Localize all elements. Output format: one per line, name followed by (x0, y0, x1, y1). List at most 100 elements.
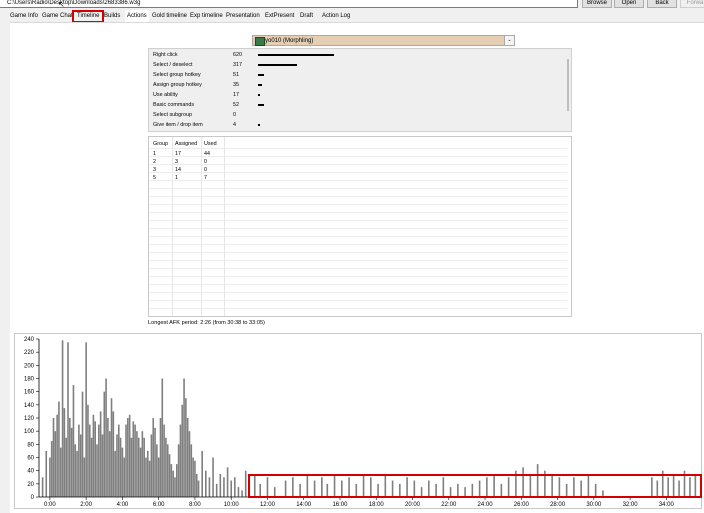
tab-exp-timeline[interactable]: Exp timeline (190, 10, 223, 22)
chart-bar (529, 473, 532, 497)
x-tick-label: 20:00 (405, 502, 421, 508)
action-name: Give item / drop item (153, 122, 203, 128)
chart-bar (188, 431, 191, 497)
chart-bar (522, 467, 524, 497)
chart-bar (54, 431, 57, 497)
chart-bar (154, 427, 156, 497)
chart-bar (370, 477, 372, 497)
browse-button[interactable]: Browse (582, 0, 612, 8)
list-item: Select subgroup 0 (149, 110, 549, 120)
y-tick-label: 40 (27, 469, 34, 475)
chart-bar (661, 470, 664, 497)
x-tick-label: 8:00 (189, 502, 201, 508)
action-name: Use ability (153, 92, 178, 98)
tab-gold-timeline[interactable]: Gold timeline (152, 10, 187, 22)
row-divider (149, 252, 567, 253)
chart-bar (486, 477, 488, 497)
tab-draft[interactable]: Draft (300, 10, 313, 22)
chart-bar (667, 477, 669, 497)
chart-bar (536, 464, 539, 497)
chart-bar (435, 483, 437, 497)
chart-bar (69, 418, 71, 497)
x-tick-label: 0:00 (44, 502, 56, 508)
row-divider (149, 148, 567, 149)
tab-extpresent[interactable]: ExtPresent (265, 10, 294, 22)
chart-bar (130, 437, 133, 497)
chart-bar (65, 437, 67, 497)
chart-bar (94, 421, 97, 497)
chart-bar (678, 480, 680, 497)
chart-bar (341, 480, 343, 497)
chart-bar (299, 483, 301, 497)
chart-bar (161, 378, 164, 497)
x-tick-label: 34:00 (659, 502, 675, 508)
open-button[interactable]: Open (614, 0, 644, 8)
chart-bar (170, 464, 173, 497)
x-tick-label: 22:00 (441, 502, 457, 508)
chart-bar (92, 414, 95, 497)
x-tick-label: 14:00 (296, 502, 312, 508)
player-select-label: yo010 (Morphling) (265, 38, 314, 44)
action-bar (258, 74, 265, 76)
action-name: Right click (153, 52, 178, 58)
x-tick-label: 24:00 (478, 502, 494, 508)
action-name: Basic commands (153, 102, 195, 108)
chart-bar (141, 431, 144, 497)
chart-bar (146, 450, 149, 497)
chart-bar (52, 418, 55, 497)
chart-bar (273, 487, 276, 497)
tab-game-chat[interactable]: Game Chat (42, 10, 73, 22)
chart-bar (544, 470, 546, 497)
chart-bar (114, 450, 116, 497)
list-item: Give item / drop item 4 (149, 120, 549, 130)
chevron-down-icon[interactable]: ⌄ (504, 36, 514, 45)
chart-bar (420, 487, 423, 497)
back-button[interactable]: Back (647, 0, 677, 8)
group-hotkey-table: Group Assigned Used 1 17 44 2 3 0 3 14 0… (148, 136, 572, 317)
player-select[interactable]: yo010 (Morphling) ⌄ (252, 35, 515, 46)
chart-bar (313, 480, 316, 497)
chart-bar (123, 457, 126, 497)
forward-button[interactable]: Forwa (680, 0, 704, 8)
chart-bar (58, 401, 60, 497)
chart-bar (63, 408, 66, 497)
chart-bar (101, 434, 104, 497)
tab-action-log[interactable]: Action Log (322, 10, 350, 22)
chart-bar (493, 473, 495, 497)
chart-bar (159, 418, 162, 497)
tab-builds[interactable]: Builds (104, 10, 120, 22)
row-divider (149, 156, 567, 157)
chart-bar (186, 418, 189, 497)
x-tick-label: 10:00 (224, 502, 240, 508)
action-bar (258, 104, 265, 106)
replay-path-field[interactable]: C:\Users\Radio\Desktop\Downloads\2683386… (0, 0, 578, 8)
scrollbar[interactable] (567, 59, 569, 111)
chart-bar (197, 480, 200, 497)
chart-bar (168, 454, 171, 497)
x-tick-label: 6:00 (153, 502, 165, 508)
list-item: Assign group hotkey 35 (149, 80, 549, 90)
tab-actions[interactable]: Actions (125, 10, 149, 22)
list-item: Basic commands 52 (149, 100, 549, 110)
x-tick-label: 18:00 (369, 502, 385, 508)
chart-bar (558, 477, 561, 497)
tab-game-info[interactable]: Game Info (10, 10, 38, 22)
chart-bar (399, 483, 401, 497)
column-header: Used (204, 141, 217, 147)
chart-bar (59, 447, 62, 497)
chart-bar (355, 483, 358, 497)
row-divider (149, 300, 567, 301)
chart-bar (81, 391, 84, 497)
afk-summary: Longest AFK period: 2:26 (from 30:38 to … (148, 320, 265, 326)
chart-bar (406, 477, 408, 497)
chart-bar (110, 398, 113, 497)
tab-presentation[interactable]: Presentation (226, 10, 260, 22)
row-divider (149, 268, 567, 269)
chart-bar (333, 473, 336, 497)
chart-bar (128, 414, 131, 497)
y-tick-label: 80 (27, 442, 34, 448)
chart-bar (96, 444, 98, 497)
chart-bar (573, 477, 575, 497)
chart-bar (78, 424, 80, 497)
chart-bar (192, 457, 194, 497)
